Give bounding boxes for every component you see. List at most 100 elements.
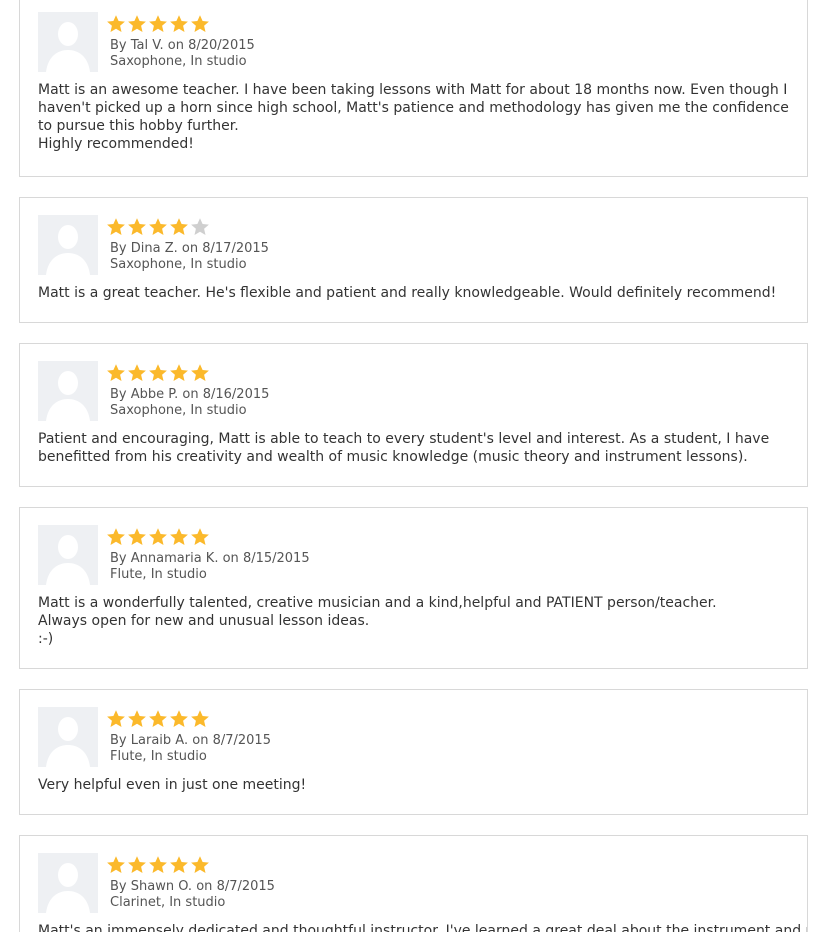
review-text-line: Matt is a great teacher. He's flexible a… xyxy=(38,285,777,301)
on-word: on xyxy=(182,387,199,402)
star-filled-icon xyxy=(170,710,188,727)
review-text: Matt is a wonderfully talented, creative… xyxy=(38,594,793,648)
star-filled-icon xyxy=(149,364,167,381)
review-date: 8/16/2015 xyxy=(202,387,270,402)
avatar xyxy=(38,215,98,275)
by-prefix: By xyxy=(110,38,127,53)
star-filled-icon xyxy=(191,364,209,381)
reviewer-name: Abbe P. xyxy=(130,387,179,402)
star-filled-icon xyxy=(107,218,125,235)
star-filled-icon xyxy=(128,710,146,727)
by-prefix: By xyxy=(110,551,127,566)
review-date: 8/15/2015 xyxy=(242,551,310,566)
star-filled-icon xyxy=(191,710,209,727)
by-prefix: By xyxy=(110,241,127,256)
review-text-line: Matt is an awesome teacher. I have been … xyxy=(38,82,789,134)
review-text: Very helpful even in just one meeting! xyxy=(38,776,793,794)
reviewer-name: Annamaria K. xyxy=(130,551,219,566)
star-rating xyxy=(106,363,210,383)
review-byline: By Abbe P. on 8/16/2015 xyxy=(110,387,269,403)
reviewer-name: Shawn O. xyxy=(130,879,193,894)
review-text-line: Always open for new and unusual lesson i… xyxy=(38,613,370,629)
review-date: 8/17/2015 xyxy=(202,241,269,256)
review-text: Matt is a great teacher. He's flexible a… xyxy=(38,284,793,302)
reviewer-name: Dina Z. xyxy=(130,241,178,256)
star-filled-icon xyxy=(149,528,167,545)
review-date: 8/7/2015 xyxy=(216,879,275,894)
star-filled-icon xyxy=(107,528,125,545)
review-text-line: Highly recommended! xyxy=(38,136,194,152)
review-text: Patient and encouraging, Matt is able to… xyxy=(38,430,793,466)
instrument-location: Saxophone, In studio xyxy=(110,54,247,69)
instrument-location: Saxophone, In studio xyxy=(110,257,247,272)
by-prefix: By xyxy=(110,879,127,894)
on-word: on xyxy=(167,38,184,53)
star-filled-icon xyxy=(170,218,188,235)
avatar xyxy=(38,707,98,767)
avatar xyxy=(38,361,98,421)
star-rating xyxy=(106,217,210,237)
instrument-location: Flute, In studio xyxy=(110,749,207,764)
star-filled-icon xyxy=(107,364,125,381)
review-card: By Dina Z. on 8/17/2015 Saxophone, In st… xyxy=(19,197,808,323)
star-filled-icon xyxy=(149,15,167,32)
review-meta: By Tal V. on 8/20/2015 Saxophone, In stu… xyxy=(110,38,255,70)
review-meta: By Shawn O. on 8/7/2015 Clarinet, In stu… xyxy=(110,879,275,911)
review-text-line: Very helpful even in just one meeting! xyxy=(38,777,307,793)
review-byline: By Dina Z. on 8/17/2015 xyxy=(110,241,269,257)
review-byline: By Annamaria K. on 8/15/2015 xyxy=(110,551,310,567)
star-rating xyxy=(106,855,210,875)
review-text-line: Matt is a wonderfully talented, creative… xyxy=(38,595,717,611)
review-card: By Abbe P. on 8/16/2015 Saxophone, In st… xyxy=(19,343,808,487)
instrument-location: Clarinet, In studio xyxy=(110,895,226,910)
star-filled-icon xyxy=(107,856,125,873)
person-placeholder-icon xyxy=(46,225,90,275)
review-text: Matt is an awesome teacher. I have been … xyxy=(38,81,793,153)
star-filled-icon xyxy=(107,710,125,727)
person-placeholder-icon xyxy=(46,22,90,72)
star-filled-icon xyxy=(191,15,209,32)
star-filled-icon xyxy=(128,15,146,32)
on-word: on xyxy=(192,733,209,748)
review-card: By Laraib A. on 8/7/2015 Flute, In studi… xyxy=(19,689,808,815)
person-placeholder-icon xyxy=(46,717,90,767)
review-text-line: Matt's an immensely dedicated and though… xyxy=(38,923,808,932)
review-date: 8/7/2015 xyxy=(212,733,271,748)
on-word: on xyxy=(196,879,213,894)
review-card: By Annamaria K. on 8/15/2015 Flute, In s… xyxy=(19,507,808,669)
avatar xyxy=(38,525,98,585)
person-placeholder-icon xyxy=(46,535,90,585)
review-meta: By Dina Z. on 8/17/2015 Saxophone, In st… xyxy=(110,241,269,273)
star-filled-icon xyxy=(107,15,125,32)
star-rating xyxy=(106,527,210,547)
reviewer-name: Laraib A. xyxy=(130,733,189,748)
on-word: on xyxy=(222,551,239,566)
reviewer-name: Tal V. xyxy=(130,38,164,53)
person-placeholder-icon xyxy=(46,863,90,913)
review-byline: By Laraib A. on 8/7/2015 xyxy=(110,733,271,749)
by-prefix: By xyxy=(110,387,127,402)
star-filled-icon xyxy=(170,364,188,381)
star-filled-icon xyxy=(170,15,188,32)
star-filled-icon xyxy=(149,856,167,873)
instrument-location: Flute, In studio xyxy=(110,567,207,582)
review-byline: By Tal V. on 8/20/2015 xyxy=(110,38,255,54)
star-rating xyxy=(106,14,210,34)
star-filled-icon xyxy=(149,710,167,727)
star-filled-icon xyxy=(128,218,146,235)
star-empty-icon xyxy=(191,218,209,235)
review-text-line: :-) xyxy=(38,631,54,647)
star-filled-icon xyxy=(128,364,146,381)
person-placeholder-icon xyxy=(46,371,90,421)
review-text-line: Patient and encouraging, Matt is able to… xyxy=(38,431,770,465)
on-word: on xyxy=(181,241,199,256)
reviews-list: By Tal V. on 8/20/2015 Saxophone, In stu… xyxy=(0,0,820,932)
star-filled-icon xyxy=(128,528,146,545)
star-rating xyxy=(106,709,210,729)
review-meta: By Abbe P. on 8/16/2015 Saxophone, In st… xyxy=(110,387,269,419)
instrument-location: Saxophone, In studio xyxy=(110,403,247,418)
review-text: Matt's an immensely dedicated and though… xyxy=(38,922,808,932)
review-card: By Tal V. on 8/20/2015 Saxophone, In stu… xyxy=(19,0,808,177)
review-byline: By Shawn O. on 8/7/2015 xyxy=(110,879,275,895)
star-filled-icon xyxy=(149,218,167,235)
